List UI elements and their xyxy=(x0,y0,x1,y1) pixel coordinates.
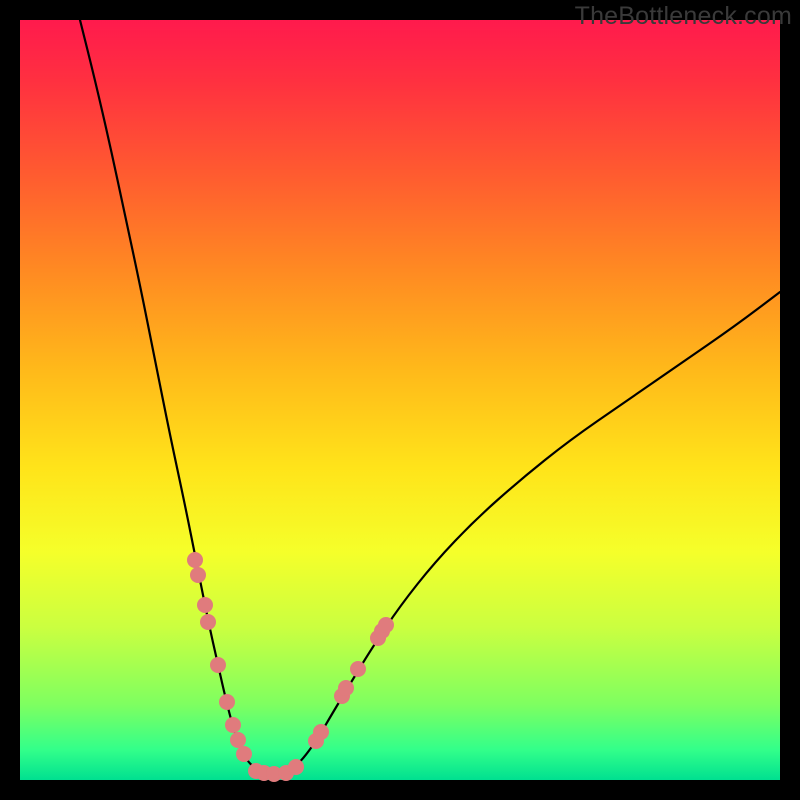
data-dot xyxy=(219,694,235,710)
curve-right-arm xyxy=(288,292,780,772)
data-dot xyxy=(378,617,394,633)
data-dot xyxy=(200,614,216,630)
bottleneck-curve xyxy=(20,20,780,780)
data-dots xyxy=(187,552,394,782)
curve-left-arm xyxy=(80,20,266,772)
data-dot xyxy=(210,657,226,673)
data-dot xyxy=(350,661,366,677)
watermark-text: TheBottleneck.com xyxy=(575,2,792,31)
data-dot xyxy=(236,746,252,762)
data-dot xyxy=(190,567,206,583)
data-dot xyxy=(338,680,354,696)
data-dot xyxy=(288,759,304,775)
data-dot xyxy=(187,552,203,568)
chart-frame xyxy=(20,20,780,780)
data-dot xyxy=(313,724,329,740)
data-dot xyxy=(225,717,241,733)
data-dot xyxy=(230,732,246,748)
data-dot xyxy=(197,597,213,613)
